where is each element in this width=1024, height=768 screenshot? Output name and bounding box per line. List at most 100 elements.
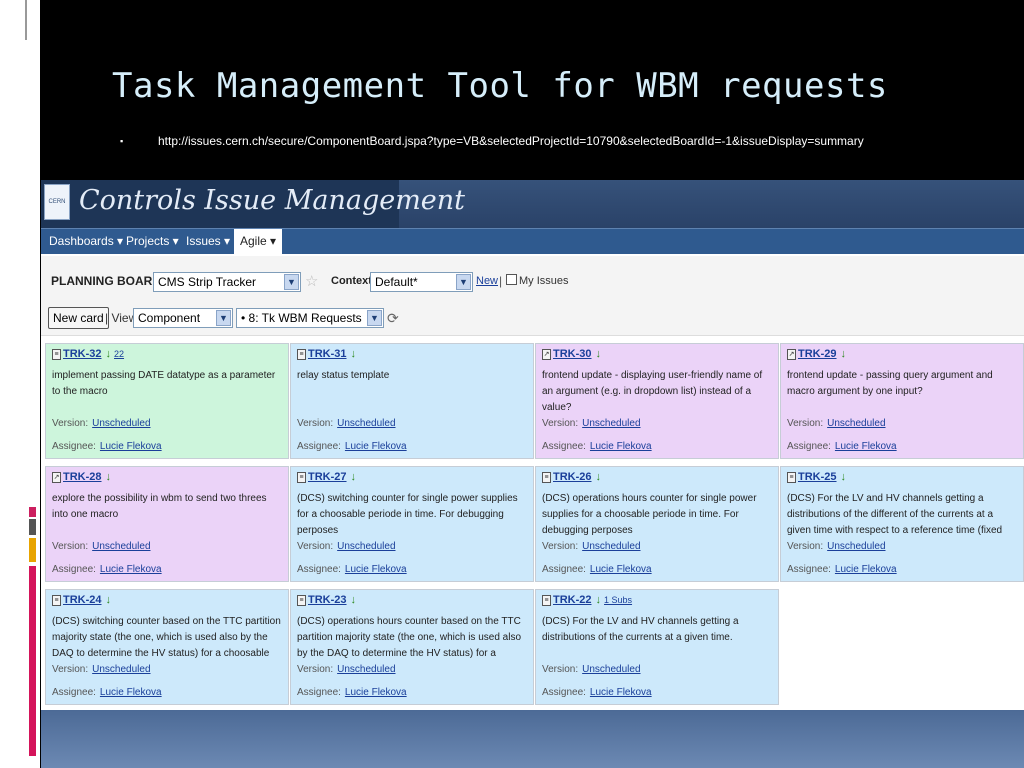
- slide-left-strip: [0, 0, 40, 768]
- card-version: Version: Unscheduled: [542, 418, 641, 429]
- card-summary: (DCS) switching counter for single power…: [297, 493, 518, 536]
- component-select-value: • 8: Tk WBM Requests: [241, 311, 362, 325]
- slide-url-text: http://issues.cern.ch/secure/ComponentBo…: [158, 134, 864, 148]
- context-select[interactable]: Default* ▼: [370, 272, 473, 292]
- arrow-down-icon: ↓: [105, 348, 112, 360]
- task-type-icon: ≡: [787, 471, 796, 483]
- assignee-link[interactable]: Lucie Flekova: [345, 441, 407, 452]
- issue-card[interactable]: ≡ TRK-24 ↓ (DCS) switching counter based on…: [45, 589, 289, 705]
- version-link[interactable]: Unscheduled: [337, 541, 395, 552]
- issue-card[interactable]: ≡ TRK-25 ↓ (DCS) For the LV and HV channels…: [780, 466, 1024, 582]
- assignee-label: Assignee:: [52, 441, 96, 452]
- card-key-link[interactable]: TRK-27: [308, 471, 347, 483]
- issue-card[interactable]: ≡ TRK-26 ↓ (DCS) operations hours counter f…: [535, 466, 779, 582]
- issue-card[interactable]: ≡ TRK-22 ↓ 1 Subs (DCS) For the LV and HV ch…: [535, 589, 779, 705]
- card-summary: relay status template: [297, 370, 390, 381]
- card-key-link[interactable]: TRK-32: [63, 348, 102, 360]
- version-link[interactable]: Unscheduled: [337, 664, 395, 675]
- view-select[interactable]: Component ▼: [133, 308, 233, 328]
- card-extra-link[interactable]: 22: [114, 349, 124, 359]
- assignee-label: Assignee:: [52, 564, 96, 575]
- arrow-down-icon: ↓: [350, 471, 357, 483]
- arrow-down-icon: ↓: [350, 348, 357, 360]
- card-header: ↗ TRK-29 ↓: [787, 348, 1017, 364]
- issue-card[interactable]: ≡ TRK-27 ↓ (DCS) switching counter for sing…: [290, 466, 534, 582]
- card-key-link[interactable]: TRK-24: [63, 594, 102, 606]
- version-link[interactable]: Unscheduled: [92, 664, 150, 675]
- card-version: Version: Unscheduled: [297, 664, 396, 675]
- version-link[interactable]: Unscheduled: [337, 418, 395, 429]
- card-key-link[interactable]: TRK-22: [553, 594, 592, 606]
- issue-card[interactable]: ≡ TRK-31 ↓ relay status template Version: Uns…: [290, 343, 534, 459]
- issue-card[interactable]: ≡ TRK-32 ↓ 22 implement passing DATE datatyp…: [45, 343, 289, 459]
- banner-logo-area: CERN Controls Issue Management: [41, 180, 465, 228]
- card-assignee: Assignee: Lucie Flekova: [52, 564, 162, 575]
- card-extra-link[interactable]: 1 Subs: [604, 595, 632, 605]
- version-link[interactable]: Unscheduled: [827, 541, 885, 552]
- card-board: ≡ TRK-32 ↓ 22 implement passing DATE datatyp…: [41, 343, 1024, 710]
- card-key-link[interactable]: TRK-25: [798, 471, 837, 483]
- version-label: Version:: [297, 418, 334, 429]
- version-link[interactable]: Unscheduled: [582, 418, 640, 429]
- assignee-link[interactable]: Lucie Flekova: [345, 687, 407, 698]
- card-summary: (DCS) operations hours counter based on …: [297, 616, 521, 659]
- issue-card[interactable]: ↗ TRK-30 ↓ frontend update - displaying use…: [535, 343, 779, 459]
- assignee-link[interactable]: Lucie Flekova: [835, 441, 897, 452]
- menu-agile[interactable]: Agile ▾: [234, 229, 282, 255]
- my-issues-checkbox[interactable]: [506, 274, 517, 285]
- card-assignee: Assignee: Lucie Flekova: [297, 564, 407, 575]
- view-select-value: Component: [138, 311, 201, 325]
- improvement-type-icon: ↗: [542, 348, 551, 360]
- card-key-link[interactable]: TRK-29: [798, 348, 837, 360]
- assignee-link[interactable]: Lucie Flekova: [590, 564, 652, 575]
- component-select[interactable]: • 8: Tk WBM Requests ▼: [236, 308, 384, 328]
- version-link[interactable]: Unscheduled: [92, 541, 150, 552]
- task-type-icon: ≡: [297, 471, 306, 483]
- card-key-link[interactable]: TRK-30: [553, 348, 592, 360]
- assignee-link[interactable]: Lucie Flekova: [100, 441, 162, 452]
- card-key-link[interactable]: TRK-28: [63, 471, 102, 483]
- planning-board-header: PLANNING BOARD - CMS Strip Tracker ▼ ☆ C…: [41, 256, 1024, 336]
- version-link[interactable]: Unscheduled: [827, 418, 885, 429]
- version-label: Version:: [52, 418, 89, 429]
- issue-card[interactable]: ≡ TRK-23 ↓ (DCS) operations hours counter b…: [290, 589, 534, 705]
- assignee-link[interactable]: Lucie Flekova: [835, 564, 897, 575]
- assignee-label: Assignee:: [542, 441, 586, 452]
- card-summary: explore the possibility in wbm to send t…: [52, 493, 267, 520]
- card-summary: (DCS) For the LV and HV channels getting…: [787, 493, 1003, 536]
- assignee-label: Assignee:: [297, 687, 341, 698]
- card-header: ≡ TRK-32 ↓ 22: [52, 348, 282, 364]
- app-title: Controls Issue Management: [79, 185, 466, 216]
- card-key-link[interactable]: TRK-31: [308, 348, 347, 360]
- version-label: Version:: [52, 541, 89, 552]
- assignee-link[interactable]: Lucie Flekova: [100, 687, 162, 698]
- assignee-link[interactable]: Lucie Flekova: [590, 687, 652, 698]
- version-link[interactable]: Unscheduled: [582, 664, 640, 675]
- task-type-icon: ≡: [542, 594, 551, 606]
- card-header: ↗ TRK-30 ↓: [542, 348, 772, 364]
- arrow-down-icon: ↓: [595, 471, 602, 483]
- menu-issues[interactable]: Issues ▾: [186, 234, 230, 248]
- menu-projects[interactable]: Projects ▾: [126, 234, 179, 248]
- issue-card[interactable]: ↗ TRK-28 ↓ explore the possibility in wbm t…: [45, 466, 289, 582]
- main-menu-bar: Dashboards ▾ Projects ▾ Issues ▾ Agile ▾: [41, 228, 1024, 255]
- assignee-link[interactable]: Lucie Flekova: [590, 441, 652, 452]
- assignee-link[interactable]: Lucie Flekova: [345, 564, 407, 575]
- new-card-button[interactable]: New card: [48, 307, 109, 329]
- star-icon[interactable]: ☆: [305, 272, 318, 290]
- version-link[interactable]: Unscheduled: [582, 541, 640, 552]
- project-select[interactable]: CMS Strip Tracker ▼: [153, 272, 301, 292]
- context-select-value: Default*: [375, 275, 418, 289]
- card-assignee: Assignee: Lucie Flekova: [542, 564, 652, 575]
- new-context-link[interactable]: New: [476, 275, 498, 287]
- card-header: ≡ TRK-25 ↓: [787, 471, 1017, 487]
- card-key-link[interactable]: TRK-26: [553, 471, 592, 483]
- refresh-icon[interactable]: ⟳: [387, 310, 399, 327]
- assignee-link[interactable]: Lucie Flekova: [100, 564, 162, 575]
- card-summary: (DCS) For the LV and HV channels getting…: [542, 616, 739, 643]
- card-assignee: Assignee: Lucie Flekova: [542, 687, 652, 698]
- version-link[interactable]: Unscheduled: [92, 418, 150, 429]
- menu-dashboards[interactable]: Dashboards ▾: [49, 234, 123, 248]
- issue-card[interactable]: ↗ TRK-29 ↓ frontend update - passing query …: [780, 343, 1024, 459]
- card-key-link[interactable]: TRK-23: [308, 594, 347, 606]
